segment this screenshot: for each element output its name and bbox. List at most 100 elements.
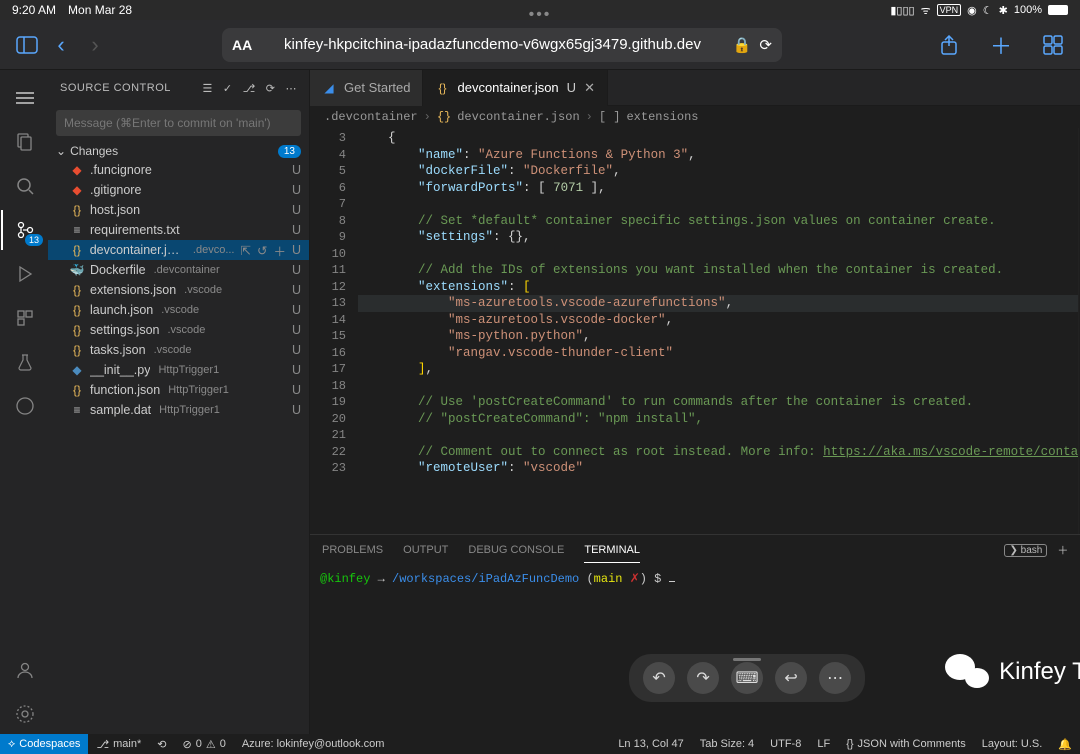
code-line[interactable] — [358, 196, 1078, 213]
commit-message-input[interactable]: Message (⌘Enter to commit on 'main') — [56, 110, 301, 136]
changes-count: 13 — [278, 145, 301, 158]
cursor-position[interactable]: Ln 13, Col 47 — [610, 734, 691, 754]
settings-gear-icon[interactable] — [1, 694, 49, 734]
search-icon[interactable] — [1, 166, 49, 206]
run-debug-icon[interactable] — [1, 254, 49, 294]
scm-file-row[interactable]: 🐳Dockerfile.devcontainerU — [48, 260, 309, 280]
breadcrumbs[interactable]: .devcontainer › {} devcontainer.json › [… — [310, 106, 1080, 128]
close-tab-icon[interactable]: ✕ — [584, 80, 595, 96]
panel-tab-debug[interactable]: DEBUG CONSOLE — [468, 538, 564, 562]
text-size-button[interactable]: AA — [232, 37, 252, 53]
view-tree-icon[interactable]: ☰ — [203, 82, 213, 95]
open-file-icon[interactable]: ⇱ — [240, 243, 250, 258]
sync-button[interactable]: ⟲ — [149, 734, 174, 754]
menu-button[interactable] — [1, 78, 49, 118]
code-line[interactable]: // Set *default* container specific sett… — [358, 213, 1078, 230]
branch-indicator[interactable]: ⎇ main* — [88, 734, 149, 754]
more-icon[interactable]: ⋯ — [286, 82, 298, 95]
code-line[interactable] — [358, 427, 1078, 444]
azure-account[interactable]: Azure: lokinfey@outlook.com — [234, 734, 393, 754]
scm-file-row[interactable]: ◆.funcignoreU — [48, 160, 309, 180]
term-arrow: → — [378, 572, 385, 586]
scm-file-row[interactable]: ≡requirements.txtU — [48, 220, 309, 240]
code-line[interactable]: "settings": {}, — [358, 229, 1078, 246]
scm-file-row[interactable]: {}extensions.json.vscodeU — [48, 280, 309, 300]
code-line[interactable]: // Add the IDs of extensions you want in… — [358, 262, 1078, 279]
encoding[interactable]: UTF-8 — [762, 734, 809, 754]
remote-indicator[interactable]: ⟡ Codespaces — [0, 734, 88, 754]
code-line[interactable]: ], — [358, 361, 1078, 378]
terminal-shell-badge[interactable]: ❯ bash — [1004, 544, 1047, 557]
multitask-handle-icon[interactable]: ••• — [529, 6, 552, 24]
scm-file-row[interactable]: {}tasks.json.vscodeU — [48, 340, 309, 360]
ipad-keyboard-toolbar[interactable]: ↶ ↷ ⌨ ↩ ⋯ — [629, 654, 865, 702]
crumb-file[interactable]: devcontainer.json — [457, 110, 579, 124]
code-editor[interactable]: 34567891011121314151617181920212223 { "n… — [310, 128, 1080, 534]
tabs-button[interactable] — [1036, 28, 1070, 62]
code-line[interactable]: // Comment out to connect as root instea… — [358, 444, 1078, 461]
commit-check-icon[interactable]: ✓ — [223, 82, 233, 95]
panel-tab-terminal[interactable]: TERMINAL — [584, 538, 640, 563]
code-line[interactable]: "remoteUser": "vscode" — [358, 460, 1078, 477]
scm-file-row[interactable]: {}host.jsonU — [48, 200, 309, 220]
code-line[interactable]: // "postCreateCommand": "npm install", — [358, 411, 1078, 428]
editor-tab[interactable]: ◢Get Started — [310, 70, 423, 106]
reload-button[interactable]: ⟳ — [759, 36, 772, 54]
return-icon[interactable]: ↩ — [775, 662, 807, 694]
tab-size[interactable]: Tab Size: 4 — [692, 734, 762, 754]
code-line[interactable]: "name": "Azure Functions & Python 3", — [358, 147, 1078, 164]
scm-file-row[interactable]: {}settings.json.vscodeU — [48, 320, 309, 340]
code-line[interactable]: "ms-python.python", — [358, 328, 1078, 345]
discard-icon[interactable]: ↺ — [257, 243, 267, 258]
address-bar[interactable]: AA kinfey-hkpcitchina-ipadazfuncdemo-v6w… — [222, 28, 782, 62]
new-terminal-icon[interactable]: ＋ — [1057, 542, 1068, 558]
testing-icon[interactable] — [1, 342, 49, 382]
more-kbd-icon[interactable]: ⋯ — [819, 662, 851, 694]
crumb-folder[interactable]: .devcontainer — [324, 110, 418, 124]
github-icon[interactable] — [1, 386, 49, 426]
bluetooth-icon: ✱ — [999, 4, 1008, 17]
account-icon[interactable] — [1, 650, 49, 690]
language-mode[interactable]: {} JSON with Comments — [838, 734, 974, 754]
code-line[interactable]: // Use 'postCreateCommand' to run comman… — [358, 394, 1078, 411]
code-line[interactable]: "forwardPorts": [ 7071 ], — [358, 180, 1078, 197]
code-line[interactable]: { — [358, 130, 1078, 147]
code-line[interactable] — [358, 246, 1078, 263]
extensions-icon[interactable] — [1, 298, 49, 338]
source-control-icon[interactable]: 13 — [1, 210, 49, 250]
keyboard-icon[interactable]: ⌨ — [731, 662, 763, 694]
crumb-symbol[interactable]: extensions — [626, 110, 698, 124]
redo-button[interactable]: ↷ — [687, 662, 719, 694]
branch-create-icon[interactable]: ⎇ — [243, 82, 256, 95]
refresh-icon[interactable]: ⟳ — [266, 82, 276, 95]
scm-file-row[interactable]: ◆__init__.pyHttpTrigger1U — [48, 360, 309, 380]
share-button[interactable] — [932, 28, 966, 62]
panel-tab-problems[interactable]: PROBLEMS — [322, 538, 383, 562]
code-line[interactable]: "rangav.vscode-thunder-client" — [358, 345, 1078, 362]
scm-file-row[interactable]: ◆.gitignoreU — [48, 180, 309, 200]
scm-file-row[interactable]: {}devcontainer.json.devco...⇱↺＋U — [48, 240, 309, 260]
back-button[interactable]: ‹ — [44, 28, 78, 62]
notifications-icon[interactable]: 🔔 — [1050, 734, 1080, 754]
problems-indicator[interactable]: ⊘0 ⚠0 — [174, 734, 233, 754]
code-line[interactable]: "ms-azuretools.vscode-azurefunctions", — [358, 295, 1078, 312]
scm-file-row[interactable]: {}function.jsonHttpTrigger1U — [48, 380, 309, 400]
code-line[interactable] — [358, 378, 1078, 395]
scm-file-row[interactable]: ≡sample.datHttpTrigger1U — [48, 400, 309, 420]
editor-tab[interactable]: {}devcontainer.jsonU✕ — [423, 70, 607, 106]
layout[interactable]: Layout: U.S. — [974, 734, 1051, 754]
changes-header[interactable]: ⌄ Changes 13 — [48, 142, 309, 160]
code-line[interactable]: "dockerFile": "Dockerfile", — [358, 163, 1078, 180]
eol[interactable]: LF — [809, 734, 838, 754]
sidebar-toggle-button[interactable] — [10, 28, 44, 62]
status-bar: ⟡ Codespaces ⎇ main* ⟲ ⊘0 ⚠0 Azure: loki… — [0, 734, 1080, 754]
code-line[interactable]: "extensions": [ — [358, 279, 1078, 296]
stage-icon[interactable]: ＋ — [273, 241, 286, 260]
explorer-icon[interactable] — [1, 122, 49, 162]
drag-handle-icon[interactable] — [733, 658, 761, 661]
new-tab-button[interactable]: ＋ — [984, 28, 1018, 62]
code-line[interactable]: "ms-azuretools.vscode-docker", — [358, 312, 1078, 329]
panel-tab-output[interactable]: OUTPUT — [403, 538, 448, 562]
undo-button[interactable]: ↶ — [643, 662, 675, 694]
scm-file-row[interactable]: {}launch.json.vscodeU — [48, 300, 309, 320]
